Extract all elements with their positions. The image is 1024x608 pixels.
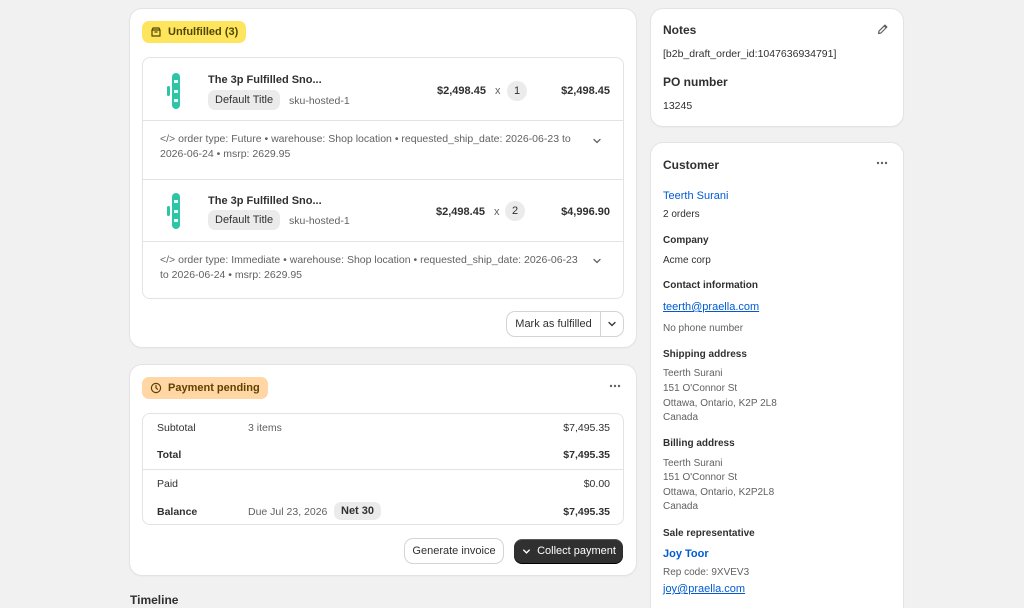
customer-card: Customer Teerth Surani 2 orders Company … <box>651 143 903 608</box>
shipping-address-line: Teerth Surani <box>663 368 723 379</box>
shipping-address-line: 151 O'Connor St <box>663 383 738 394</box>
shipping-address-line: Ottawa, Ontario, K2P 2L8 <box>663 398 777 409</box>
chevron-down-icon[interactable] <box>591 255 603 267</box>
billing-address-line: Teerth Surani <box>663 458 723 469</box>
chevron-down-icon <box>608 321 616 327</box>
subtotal-value: $7,495.35 <box>563 422 610 434</box>
variant-badge: Default Title <box>208 90 281 110</box>
line-total: $4,996.90 <box>561 206 610 218</box>
collect-payment-label: Collect payment <box>537 545 616 557</box>
generate-invoice-label: Generate invoice <box>412 545 496 557</box>
divider <box>143 241 623 242</box>
line-total: $2,498.45 <box>561 85 610 97</box>
payment-terms-badge: Net 30 <box>334 502 382 520</box>
mark-as-fulfilled-button[interactable]: Mark as fulfilled <box>507 312 600 336</box>
notes-title: Notes <box>663 23 697 37</box>
company-name: Acme corp <box>663 255 711 266</box>
clock-icon <box>150 382 162 394</box>
balance-value: $7,495.35 <box>563 506 610 518</box>
sale-rep-code: Rep code: 9XVEV3 <box>663 567 750 578</box>
sale-rep-email-link[interactable]: joy@praella.com <box>663 583 745 595</box>
balance-label: Balance <box>157 506 198 518</box>
times-sign: x <box>494 206 500 218</box>
quantity-badge: 2 <box>505 201 525 221</box>
shipping-address-label: Shipping address <box>663 349 747 360</box>
customer-orders-count: 2 orders <box>663 209 700 220</box>
sku-text: sku-hosted-1 <box>289 215 350 227</box>
balance-due-date: Due Jul 23, 2026 <box>248 506 328 518</box>
billing-address-line: 151 O'Connor St <box>663 472 738 483</box>
times-sign: x <box>495 85 501 97</box>
billing-address-line: Canada <box>663 501 699 512</box>
package-icon <box>150 26 162 38</box>
payment-pending-label: Payment pending <box>168 382 260 394</box>
line-item-name[interactable]: The 3p Fulfilled Sno... <box>208 74 322 86</box>
variant-badge: Default Title <box>208 210 281 230</box>
line-item-properties: </> order type: Immediate • warehouse: S… <box>160 254 578 281</box>
subtotal-items: 3 items <box>248 422 282 434</box>
unit-price: $2,498.45 <box>436 206 485 218</box>
po-number-value: 13245 <box>663 100 693 112</box>
sale-rep-name-link[interactable]: Joy Toor <box>663 548 709 560</box>
unfulfilled-card: Unfulfilled (3) The 3p Fulfilled Sno... … <box>130 9 636 347</box>
ellipsis-icon[interactable] <box>608 379 622 393</box>
divider <box>143 120 623 121</box>
unit-price: $2,498.45 <box>437 85 486 97</box>
notes-card: Notes [b2b_draft_order_id:1047636934791]… <box>651 9 903 126</box>
line-item-properties: </> order type: Future • warehouse: Shop… <box>160 133 571 160</box>
collect-payment-button[interactable]: Collect payment <box>514 539 623 563</box>
paid-label: Paid <box>157 478 179 490</box>
total-label: Total <box>157 449 182 461</box>
billing-address-label: Billing address <box>663 438 735 449</box>
product-thumbnail[interactable] <box>163 192 189 230</box>
shipping-address-line: Canada <box>663 412 699 423</box>
subtotal-label: Subtotal <box>157 422 196 434</box>
customer-email-link[interactable]: teerth@praella.com <box>663 301 759 313</box>
customer-name-link[interactable]: Teerth Surani <box>663 190 728 202</box>
sku-text: sku-hosted-1 <box>289 95 350 107</box>
unfulfilled-badge: Unfulfilled (3) <box>142 21 247 43</box>
ellipsis-icon[interactable] <box>875 156 889 170</box>
timeline-heading: Timeline <box>130 593 179 607</box>
pencil-icon[interactable] <box>876 23 889 36</box>
quantity-badge: 1 <box>507 81 527 101</box>
payment-summary-box: Subtotal 3 items $7,495.35 Total $7,495.… <box>142 413 624 525</box>
line-item-name[interactable]: The 3p Fulfilled Sno... <box>208 195 322 207</box>
generate-invoice-button[interactable]: Generate invoice <box>405 539 503 563</box>
contact-info-label: Contact information <box>663 280 758 291</box>
chevron-down-icon <box>523 548 530 554</box>
divider <box>143 179 623 180</box>
chevron-down-icon[interactable] <box>591 135 603 147</box>
fulfill-options-button[interactable] <box>601 312 623 336</box>
customer-phone: No phone number <box>663 323 744 334</box>
product-thumbnail[interactable] <box>163 72 189 110</box>
total-value: $7,495.35 <box>563 449 610 461</box>
unfulfilled-badge-label: Unfulfilled (3) <box>168 26 239 38</box>
payment-pending-badge: Payment pending <box>142 377 268 399</box>
payment-card: Payment pending Subtotal 3 items $7,495.… <box>130 365 636 575</box>
company-label: Company <box>663 235 709 246</box>
line-items-box: The 3p Fulfilled Sno... Default Title sk… <box>142 57 624 299</box>
divider <box>143 469 623 470</box>
notes-text: [b2b_draft_order_id:1047636934791] <box>663 48 837 60</box>
mark-as-fulfilled-label: Mark as fulfilled <box>515 318 592 330</box>
customer-title: Customer <box>663 158 720 172</box>
po-number-title: PO number <box>663 75 728 89</box>
paid-value: $0.00 <box>583 478 610 490</box>
sale-rep-label: Sale representative <box>663 528 755 539</box>
billing-address-line: Ottawa, Ontario, K2P2L8 <box>663 487 775 498</box>
